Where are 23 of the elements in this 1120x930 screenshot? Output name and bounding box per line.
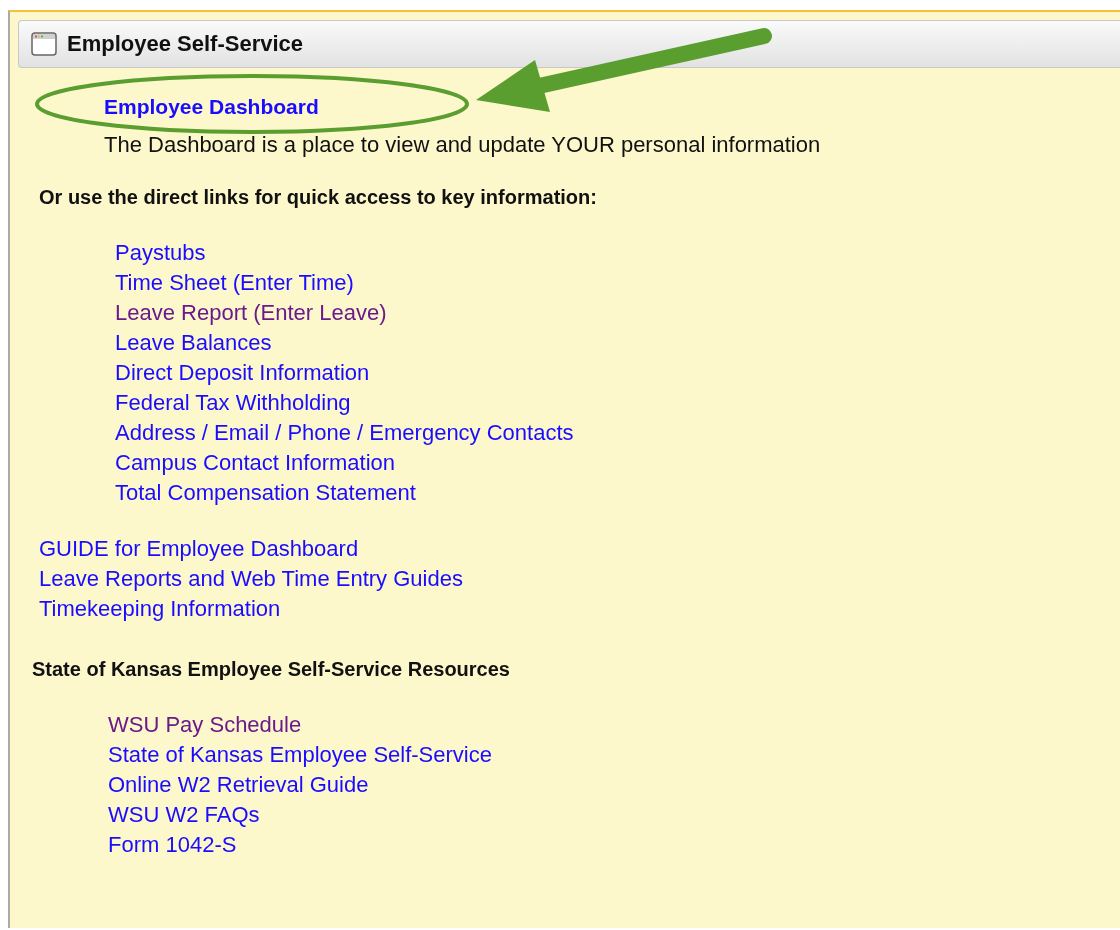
link[interactable]: Paystubs [115,238,206,268]
link[interactable]: Federal Tax Withholding [115,388,351,418]
link[interactable]: State of Kansas Employee Self-Service [108,740,492,770]
link[interactable]: Leave Report (Enter Leave) [115,298,387,328]
link[interactable]: GUIDE for Employee Dashboard [39,534,359,564]
link[interactable]: Form 1042-S [108,830,237,860]
section-heading: Or use the direct links for quick access to key information: [39,185,598,210]
section-heading: State of Kansas Employee Self-Service Resources [32,657,511,682]
link[interactable]: Campus Contact Information [115,448,396,478]
link[interactable]: Time Sheet (Enter Time) [115,268,354,298]
link[interactable]: Timekeeping Information [39,594,281,624]
link[interactable]: Online W2 Retrieval Guide [108,770,369,800]
link[interactable]: Direct Deposit Information [115,358,370,388]
link[interactable]: WSU W2 FAQs [108,800,260,830]
panel-title: Employee Self-Service [67,31,303,57]
link[interactable]: Address / Email / Phone / Emergency Contacts [115,418,574,448]
link[interactable]: Employee Dashboard [104,92,319,122]
link[interactable]: Leave Reports and Web Time Entry Guides [39,564,463,594]
link[interactable]: Total Compensation Statement [115,478,416,508]
link[interactable]: Leave Balances [115,328,272,358]
description: The Dashboard is a place to view and update YOUR personal information [104,131,821,159]
window-icon [31,32,57,56]
link[interactable]: WSU Pay Schedule [108,710,302,740]
